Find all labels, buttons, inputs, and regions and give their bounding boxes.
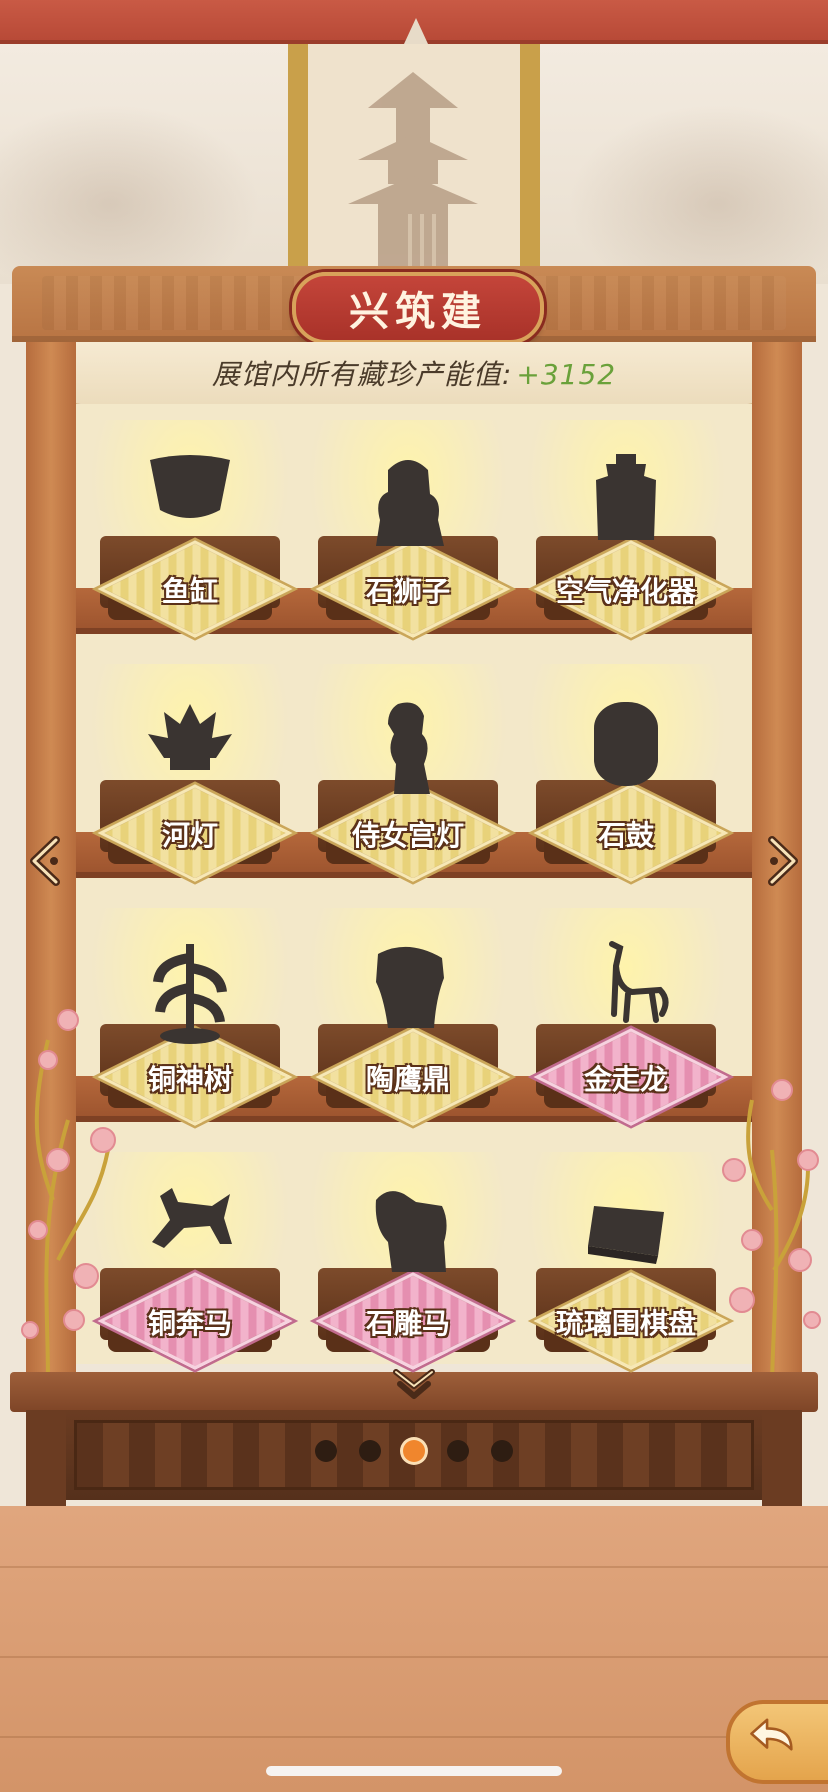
relic-silhouette-icon xyxy=(596,454,656,540)
item-name-label: 空气净化器 xyxy=(555,575,696,608)
collection-item-slot[interactable]: 铜奔马 xyxy=(90,1152,293,1372)
chevron-left-icon[interactable] xyxy=(26,836,66,886)
relic-silhouette-icon xyxy=(376,946,444,1028)
chevron-right-icon[interactable] xyxy=(762,836,802,886)
collection-item-slot[interactable]: 鱼缸 xyxy=(90,420,293,640)
item-name-label: 石雕马 xyxy=(365,1307,450,1340)
collection-item-slot[interactable]: 侍女宫灯 xyxy=(308,664,511,884)
item-name-label: 石狮子 xyxy=(365,575,450,608)
title-plaque: 兴筑建 xyxy=(292,272,544,344)
page-dot[interactable] xyxy=(315,1440,337,1462)
page-dot-active[interactable] xyxy=(403,1440,425,1462)
relic-silhouette-icon xyxy=(388,702,430,794)
production-label: 展馆内所有藏珍产能值: +3152 xyxy=(212,353,616,393)
collection-item-slot[interactable]: 陶鹰鼎 xyxy=(308,908,511,1128)
collection-item-slot[interactable]: 空气净化器 xyxy=(526,420,729,640)
page-title: 兴筑建 xyxy=(349,288,487,335)
item-name-label: 陶鹰鼎 xyxy=(365,1063,450,1096)
item-name-label: 侍女宫灯 xyxy=(351,819,464,852)
production-prefix: 展馆内所有藏珍产能值: xyxy=(211,358,513,391)
collection-item-slot[interactable]: 河灯 xyxy=(90,664,293,884)
relic-silhouette-icon xyxy=(376,460,444,546)
relic-silhouette-icon xyxy=(153,944,227,1044)
page-dot[interactable] xyxy=(491,1440,513,1462)
plum-blossom-branch-right xyxy=(722,1079,821,1390)
page-dot[interactable] xyxy=(447,1440,469,1462)
collection-item-slot[interactable]: 石鼓 xyxy=(526,664,729,884)
collection-item-slot[interactable]: 石雕马 xyxy=(308,1152,511,1372)
item-name-label: 金走龙 xyxy=(583,1063,668,1096)
floor-plank xyxy=(0,1656,828,1658)
item-name-label: 石鼓 xyxy=(597,819,654,852)
item-name-label: 鱼缸 xyxy=(161,575,218,608)
production-value: +3152 xyxy=(516,358,617,391)
relic-silhouette-icon xyxy=(609,941,669,1023)
floor-plank xyxy=(0,1566,828,1568)
return-arrow-icon xyxy=(750,1718,793,1751)
relic-silhouette-icon xyxy=(152,1188,232,1248)
collection-item-slot[interactable]: 金走龙 xyxy=(526,908,729,1128)
item-name-label: 河灯 xyxy=(161,819,218,852)
home-indicator xyxy=(266,1766,562,1776)
pagoda-silhouette-icon xyxy=(348,72,478,274)
wooden-floor xyxy=(0,1506,828,1792)
return-button[interactable] xyxy=(726,1700,828,1784)
relic-silhouette-icon xyxy=(588,1206,664,1264)
floor-plank xyxy=(0,1736,828,1738)
collection-item-slot[interactable]: 石狮子 xyxy=(308,420,511,640)
item-name-label: 琉璃围棋盘 xyxy=(555,1307,696,1340)
relic-silhouette-icon xyxy=(594,702,658,786)
collection-item-slot[interactable]: 琉璃围棋盘 xyxy=(526,1152,729,1372)
page-indicator xyxy=(0,1440,828,1464)
center-wall-panel xyxy=(288,44,540,274)
relic-silhouette-icon xyxy=(150,455,230,518)
relic-silhouette-icon xyxy=(375,1191,447,1272)
museum-screen: 兴筑建 展馆内所有藏珍产能值: +3152 鱼缸 石狮子 空气净化器 河灯 侍女… xyxy=(0,0,828,1792)
production-banner: 展馆内所有藏珍产能值: +3152 xyxy=(54,342,774,404)
page-dot[interactable] xyxy=(359,1440,381,1462)
collection-item-slot[interactable]: 铜神树 xyxy=(90,908,293,1128)
roof-notch xyxy=(404,18,428,44)
item-name-label: 铜奔马 xyxy=(147,1307,232,1340)
item-name-label: 铜神树 xyxy=(147,1063,232,1096)
relic-silhouette-icon xyxy=(148,704,232,770)
